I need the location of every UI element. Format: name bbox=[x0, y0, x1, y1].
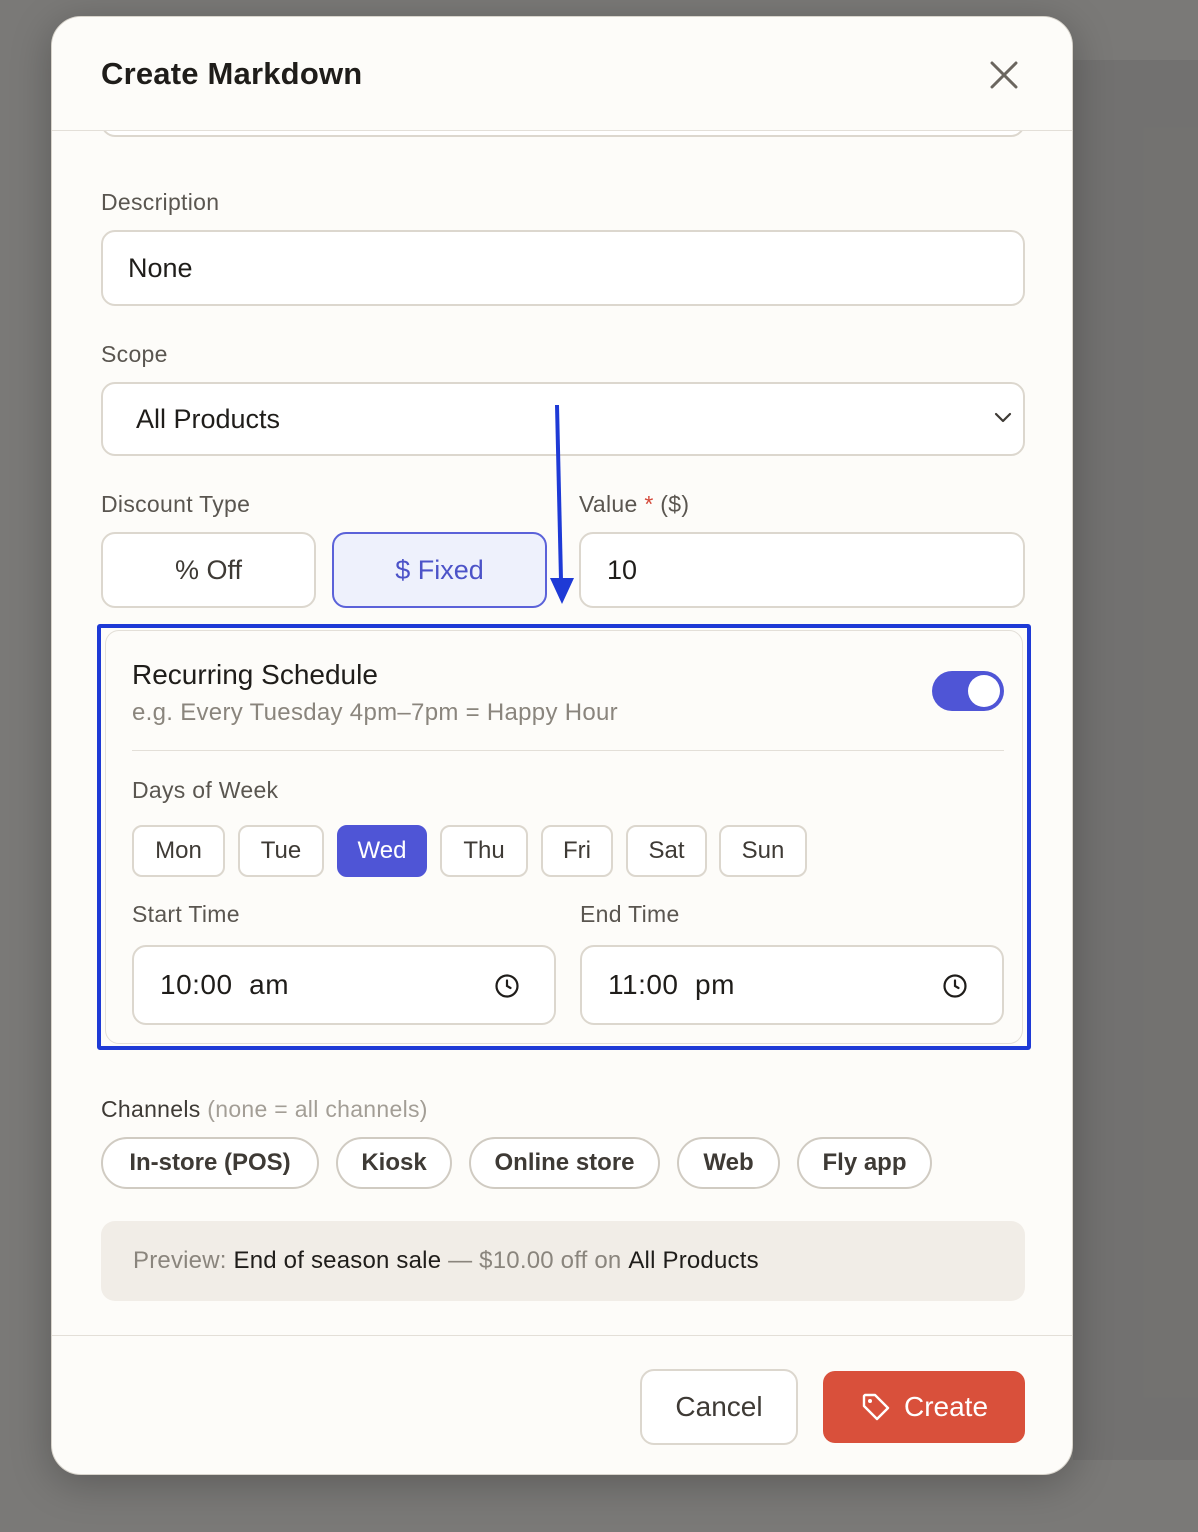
end-time-input[interactable]: 11:00 pm bbox=[580, 945, 1004, 1025]
end-time-value: 11:00 pm bbox=[608, 969, 735, 1000]
start-time-value: 10:00 am bbox=[160, 969, 290, 1000]
channels-label: Channels (none = all channels) bbox=[101, 1096, 428, 1123]
channels-label-text: Channels bbox=[101, 1096, 201, 1122]
day-sat[interactable]: Sat bbox=[626, 825, 707, 877]
discount-type-fixed[interactable]: $ Fixed bbox=[332, 532, 547, 608]
day-sun[interactable]: Sun bbox=[719, 825, 807, 877]
schedule-divider bbox=[132, 750, 1004, 751]
create-button-label: Create bbox=[903, 1391, 989, 1422]
value-unit: ($) bbox=[660, 491, 690, 517]
preview-name: End of season sale bbox=[233, 1247, 442, 1274]
channel-kiosk[interactable]: Kiosk bbox=[336, 1137, 452, 1189]
recurring-schedule-card: Recurring Schedule e.g. Every Tuesday 4p… bbox=[105, 630, 1023, 1044]
cancel-button[interactable]: Cancel bbox=[640, 1369, 798, 1445]
close-icon bbox=[990, 61, 1018, 89]
create-button[interactable]: Create bbox=[823, 1371, 1025, 1443]
clock-icon[interactable] bbox=[942, 973, 968, 999]
preview-banner: Preview: End of season sale — $10.00 off… bbox=[101, 1221, 1025, 1301]
day-fri[interactable]: Fri bbox=[541, 825, 613, 877]
description-value: None bbox=[128, 252, 193, 283]
value-input-value: 10 bbox=[607, 554, 638, 585]
tag-icon bbox=[862, 1393, 890, 1421]
channels-hint: (none = all channels) bbox=[207, 1096, 428, 1122]
preview-prefix: Preview: bbox=[133, 1247, 234, 1274]
recurring-schedule-section: Recurring Schedule e.g. Every Tuesday 4p… bbox=[97, 624, 1031, 1050]
day-wed[interactable]: Wed bbox=[337, 825, 427, 877]
scope-selected-value: All Products bbox=[136, 403, 281, 434]
create-markdown-dialog: Create Markdown Description None Scope A… bbox=[51, 16, 1073, 1475]
required-mark: * bbox=[644, 491, 654, 517]
day-tue[interactable]: Tue bbox=[238, 825, 324, 877]
days-of-week-label: Days of Week bbox=[132, 777, 279, 803]
dialog-body: Description None Scope All Products Disc… bbox=[52, 131, 1072, 1336]
backdrop bbox=[1073, 60, 1198, 1460]
toggle-knob bbox=[968, 675, 1000, 707]
description-label: Description bbox=[101, 189, 220, 215]
channel-online-store[interactable]: Online store bbox=[469, 1137, 660, 1189]
dialog-title: Create Markdown bbox=[101, 56, 363, 91]
dialog-header: Create Markdown bbox=[52, 17, 1072, 131]
scope-label: Scope bbox=[101, 341, 168, 367]
scope-select[interactable]: All Products bbox=[101, 382, 1025, 456]
channel-in-store-pos[interactable]: In-store (POS) bbox=[101, 1137, 319, 1189]
channel-web[interactable]: Web bbox=[677, 1137, 780, 1189]
discount-type-percent-off[interactable]: % Off bbox=[101, 532, 316, 608]
recurring-schedule-subtitle: e.g. Every Tuesday 4pm–7pm = Happy Hour bbox=[132, 699, 618, 726]
start-time-label: Start Time bbox=[132, 901, 240, 927]
start-time-input[interactable]: 10:00 am bbox=[132, 945, 556, 1025]
clock-icon[interactable] bbox=[494, 973, 520, 999]
value-label: Value * ($) bbox=[579, 491, 689, 518]
end-time-label: End Time bbox=[580, 901, 680, 927]
preview-middle: — $10.00 off on bbox=[441, 1247, 629, 1274]
recurring-schedule-title: Recurring Schedule bbox=[132, 659, 378, 690]
close-button[interactable] bbox=[986, 57, 1022, 93]
recurring-schedule-toggle[interactable] bbox=[932, 671, 1004, 711]
value-label-text: Value bbox=[579, 491, 638, 517]
chevron-down-icon bbox=[994, 412, 1012, 423]
description-input[interactable]: None bbox=[101, 230, 1025, 306]
name-field[interactable] bbox=[101, 131, 1025, 137]
preview-scope: All Products bbox=[628, 1247, 759, 1274]
discount-type-label: Discount Type bbox=[101, 491, 251, 517]
channel-fly-app[interactable]: Fly app bbox=[797, 1137, 932, 1189]
day-thu[interactable]: Thu bbox=[440, 825, 528, 877]
value-input[interactable]: 10 bbox=[579, 532, 1025, 608]
day-mon[interactable]: Mon bbox=[132, 825, 225, 877]
dialog-footer: Cancel Create bbox=[52, 1335, 1072, 1474]
